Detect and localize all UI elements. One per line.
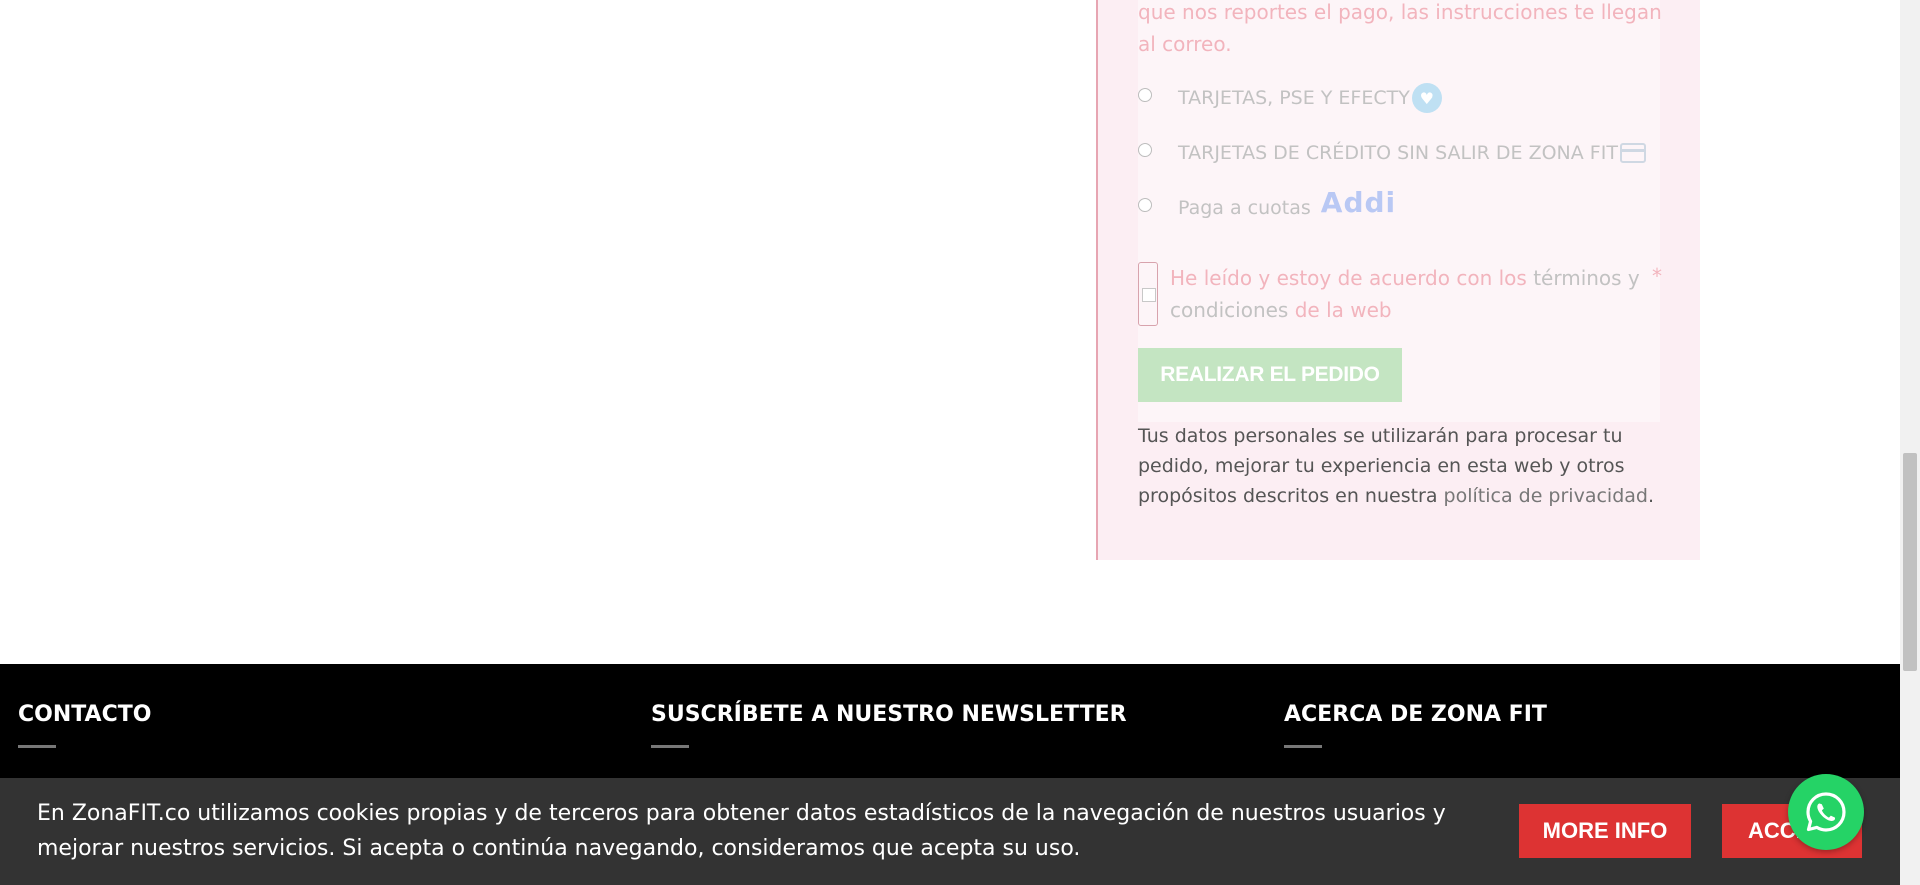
cookie-more-info-button[interactable]: MORE INFO <box>1519 804 1691 858</box>
footer-column-contacto: CONTACTO <box>18 702 151 748</box>
footer-heading: SUSCRÍBETE A NUESTRO NEWSLETTER <box>651 702 1127 727</box>
payment-radio[interactable] <box>1138 88 1152 102</box>
scrollbar[interactable] <box>1900 0 1920 885</box>
terms-suffix: de la web <box>1288 298 1392 322</box>
place-order-button[interactable]: REALIZAR EL PEDIDO <box>1138 348 1402 402</box>
terms-checkbox-wrapper[interactable] <box>1138 262 1158 326</box>
footer-column-acerca: ACERCA DE ZONA FIT <box>1284 702 1547 748</box>
footer-heading-underline <box>1284 745 1322 748</box>
terms-prefix: He leído y estoy de acuerdo con los <box>1170 266 1534 290</box>
cookie-consent-bar: En ZonaFIT.co utilizamos cookies propias… <box>0 778 1900 885</box>
addi-logo: Addi <box>1320 185 1397 219</box>
footer-heading-underline <box>651 745 689 748</box>
required-indicator: * <box>1652 264 1662 288</box>
privacy-end: . <box>1647 485 1655 507</box>
terms-checkbox[interactable] <box>1142 288 1156 302</box>
whatsapp-icon <box>1806 792 1846 832</box>
checkout-payment-panel: que nos reportes el pago, las instruccio… <box>1096 0 1700 560</box>
credit-card-icon <box>1619 143 1646 163</box>
footer-heading-underline <box>18 745 56 748</box>
whatsapp-chat-button[interactable] <box>1788 774 1864 850</box>
bank-transfer-note: que nos reportes el pago, las instruccio… <box>1138 0 1662 56</box>
terms-label: He leído y estoy de acuerdo con los térm… <box>1170 262 1650 326</box>
privacy-notice: Tus datos personales se utilizarán para … <box>1138 421 1658 511</box>
payment-radio[interactable] <box>1138 143 1152 157</box>
handshake-icon: ♥ <box>1411 83 1442 113</box>
footer-column-newsletter: SUSCRÍBETE A NUESTRO NEWSLETTER <box>651 702 1127 748</box>
payment-option-tarjetas-credito[interactable]: TARJETAS DE CRÉDITO SIN SALIR DE ZONA FI… <box>1138 139 1646 167</box>
payment-radio[interactable] <box>1138 198 1152 212</box>
payment-option-tarjetas-pse-efecty[interactable]: TARJETAS, PSE Y EFECTY ♥ <box>1138 83 1442 113</box>
footer-heading: CONTACTO <box>18 702 152 727</box>
payment-option-label: TARJETAS, PSE Y EFECTY <box>1178 87 1410 109</box>
cookie-message: En ZonaFIT.co utilizamos cookies propias… <box>37 801 1446 861</box>
payment-option-label: Paga a cuotas <box>1178 197 1311 219</box>
scrollbar-thumb[interactable] <box>1903 453 1917 671</box>
privacy-policy-link[interactable]: política de privacidad <box>1444 485 1648 507</box>
payment-option-addi[interactable]: Paga a cuotas Addi <box>1138 186 1396 222</box>
payment-option-label: TARJETAS DE CRÉDITO SIN SALIR DE ZONA FI… <box>1178 142 1618 164</box>
footer-heading: ACERCA DE ZONA FIT <box>1284 702 1547 727</box>
